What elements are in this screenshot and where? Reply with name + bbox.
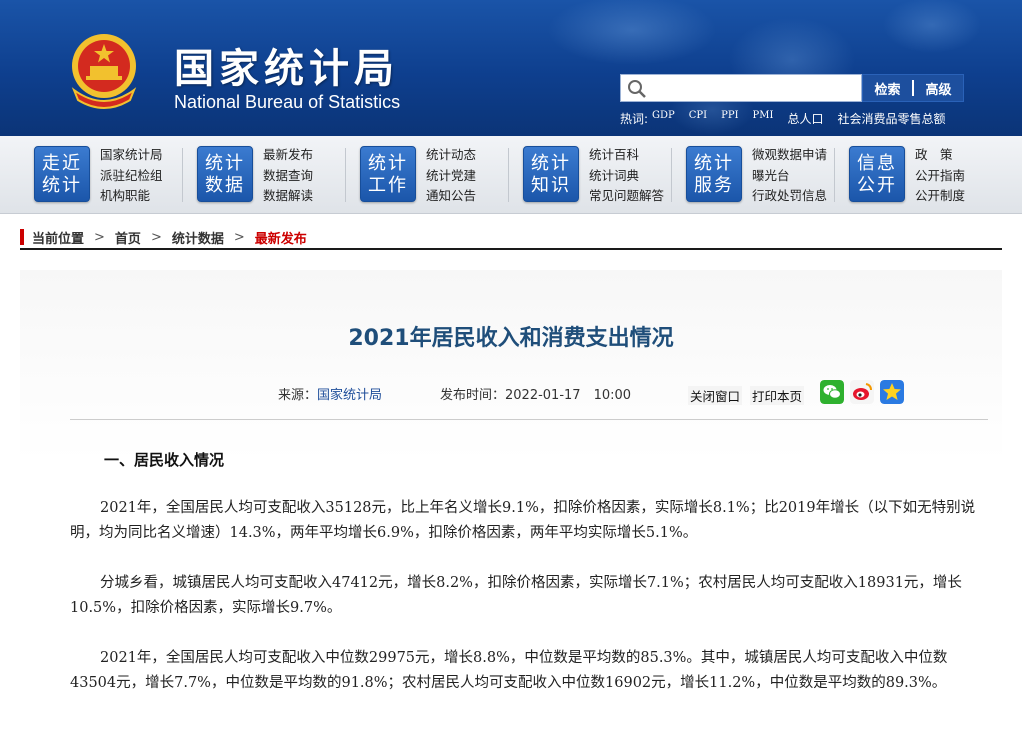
nav-link-query[interactable]: 数据查询 xyxy=(263,166,313,185)
hotwords-label: 热词: xyxy=(620,112,649,126)
article-tools: 关闭窗口 打印本页 xyxy=(688,386,805,405)
national-emblem xyxy=(71,34,137,109)
breadcrumb-stats-data[interactable]: 统计数据 xyxy=(172,228,224,247)
advanced-search-button[interactable]: 高级 xyxy=(914,79,963,98)
nav-badge-service[interactable]: 统计 服务 xyxy=(686,146,742,202)
search-box xyxy=(620,74,862,102)
hotword-gdp[interactable]: GDP xyxy=(652,110,675,126)
nav-group-work: 统计 工作 统计动态 统计党建 通知公告 xyxy=(360,144,476,206)
nav-link-interpret[interactable]: 数据解读 xyxy=(263,186,313,205)
source-value: 国家统计局 xyxy=(317,388,383,403)
nav-group-knowledge: 统计 知识 统计百科 统计词典 常见问题解答 xyxy=(523,144,664,206)
nav-badge-about[interactable]: 走近 统计 xyxy=(34,146,90,202)
breadcrumb: 当前位置 > 首页 > 统计数据 > 最新发布 xyxy=(20,226,1002,250)
breadcrumb-marker xyxy=(20,229,24,245)
wechat-icon[interactable] xyxy=(820,380,844,404)
article-divider xyxy=(70,419,988,420)
article-time: 发布时间：2022-01-17 10:00 xyxy=(440,384,631,403)
nav-divider xyxy=(671,148,672,202)
nav-divider xyxy=(834,148,835,202)
breadcrumb-current[interactable]: 最新发布 xyxy=(255,228,307,247)
source-label: 来源： xyxy=(278,388,318,403)
nav-badge-disclosure[interactable]: 信息 公开 xyxy=(849,146,905,202)
close-window-button[interactable]: 关闭窗口 xyxy=(688,386,743,405)
section-heading: 一、居民收入情况 xyxy=(104,451,225,469)
nav-group-service: 统计 服务 微观数据申请 曝光台 行政处罚信息 xyxy=(686,144,827,206)
nav-badge-work[interactable]: 统计 工作 xyxy=(360,146,416,202)
breadcrumb-home[interactable]: 首页 xyxy=(115,228,141,247)
hotword-retail-sales[interactable]: 社会消费品零售总额 xyxy=(837,110,945,126)
main-nav: 走近 统计 国家统计局 派驻纪检组 机构职能 统计 数据 最新发布 数据查询 数据解… xyxy=(0,136,1022,214)
nav-link-notices[interactable]: 通知公告 xyxy=(426,186,476,205)
nav-link-exposure[interactable]: 曝光台 xyxy=(752,166,827,185)
search-icon xyxy=(628,80,646,98)
nav-badge-knowledge[interactable]: 统计 知识 xyxy=(523,146,579,202)
nav-link-party[interactable]: 统计党建 xyxy=(426,166,476,185)
article-paragraph: 2021年，全国居民人均可支配收入35128元，比上年名义增长9.1%，扣除价格… xyxy=(70,500,976,541)
nav-link-dictionary[interactable]: 统计词典 xyxy=(589,166,664,185)
chevron-right-icon: > xyxy=(150,229,162,245)
hotword-cpi[interactable]: CPI xyxy=(689,110,707,126)
nav-link-news[interactable]: 统计动态 xyxy=(426,145,476,164)
nav-link-nbs[interactable]: 国家统计局 xyxy=(100,145,163,164)
nav-divider xyxy=(508,148,509,202)
print-page-button[interactable]: 打印本页 xyxy=(750,386,805,405)
site-title-cn: 国家统计局 xyxy=(174,45,399,92)
nav-group-disclosure: 信息 公开 政 策 公开指南 公开制度 xyxy=(849,144,965,206)
nav-divider xyxy=(182,148,183,202)
hotword-population[interactable]: 总人口 xyxy=(787,110,823,126)
nav-link-system[interactable]: 公开制度 xyxy=(915,186,965,205)
chevron-right-icon: > xyxy=(233,229,245,245)
nav-link-policy[interactable]: 政 策 xyxy=(915,145,965,164)
time-label: 发布时间： xyxy=(440,388,506,403)
article-paragraph: 2021年，全国居民人均可支配收入中位数29975元，增长8.8%，中位数是平均… xyxy=(70,650,948,691)
site-title-en: National Bureau of Statistics xyxy=(174,92,401,112)
nav-badge-data[interactable]: 统计 数据 xyxy=(197,146,253,202)
nav-link-latest[interactable]: 最新发布 xyxy=(263,145,313,164)
nav-link-faq[interactable]: 常见问题解答 xyxy=(589,186,664,205)
hotword-ppi[interactable]: PPI xyxy=(721,110,738,126)
nav-group-data: 统计 数据 最新发布 数据查询 数据解读 xyxy=(197,144,313,206)
nav-divider xyxy=(345,148,346,202)
nav-link-functions[interactable]: 机构职能 xyxy=(100,186,163,205)
search-input[interactable] xyxy=(621,75,861,101)
chevron-right-icon: > xyxy=(94,229,105,245)
search-buttons: 检索 高级 xyxy=(862,74,964,102)
hotword-pmi[interactable]: PMI xyxy=(753,110,774,126)
nav-link-microdata[interactable]: 微观数据申请 xyxy=(752,145,827,164)
article-paragraph: 分城乡看，城镇居民人均可支配收入47412元，增长8.2%，扣除价格因素，实际增… xyxy=(70,575,962,616)
nav-link-penalty[interactable]: 行政处罚信息 xyxy=(752,186,827,205)
article-title: 2021年居民收入和消费支出情况 xyxy=(348,326,674,351)
weibo-icon[interactable] xyxy=(850,380,874,404)
header-banner: 国家统计局 National Bureau of Statistics 检索 高… xyxy=(0,0,1022,136)
time-value: 2022-01-17 10:00 xyxy=(505,388,632,403)
breadcrumb-label: 当前位置 xyxy=(32,231,85,247)
favorite-star-icon[interactable] xyxy=(880,380,904,404)
nav-link-discipline[interactable]: 派驻纪检组 xyxy=(100,166,163,185)
hotwords: 热词: GDP CPI PPI PMI 总人口 社会消费品零售总额 xyxy=(620,110,960,126)
nav-link-encyclopedia[interactable]: 统计百科 xyxy=(589,145,664,164)
article-source: 来源：国家统计局 xyxy=(278,384,382,403)
nav-group-about: 走近 统计 国家统计局 派驻纪检组 机构职能 xyxy=(34,144,163,206)
nav-link-guide[interactable]: 公开指南 xyxy=(915,166,965,185)
search-button[interactable]: 检索 xyxy=(863,79,912,98)
